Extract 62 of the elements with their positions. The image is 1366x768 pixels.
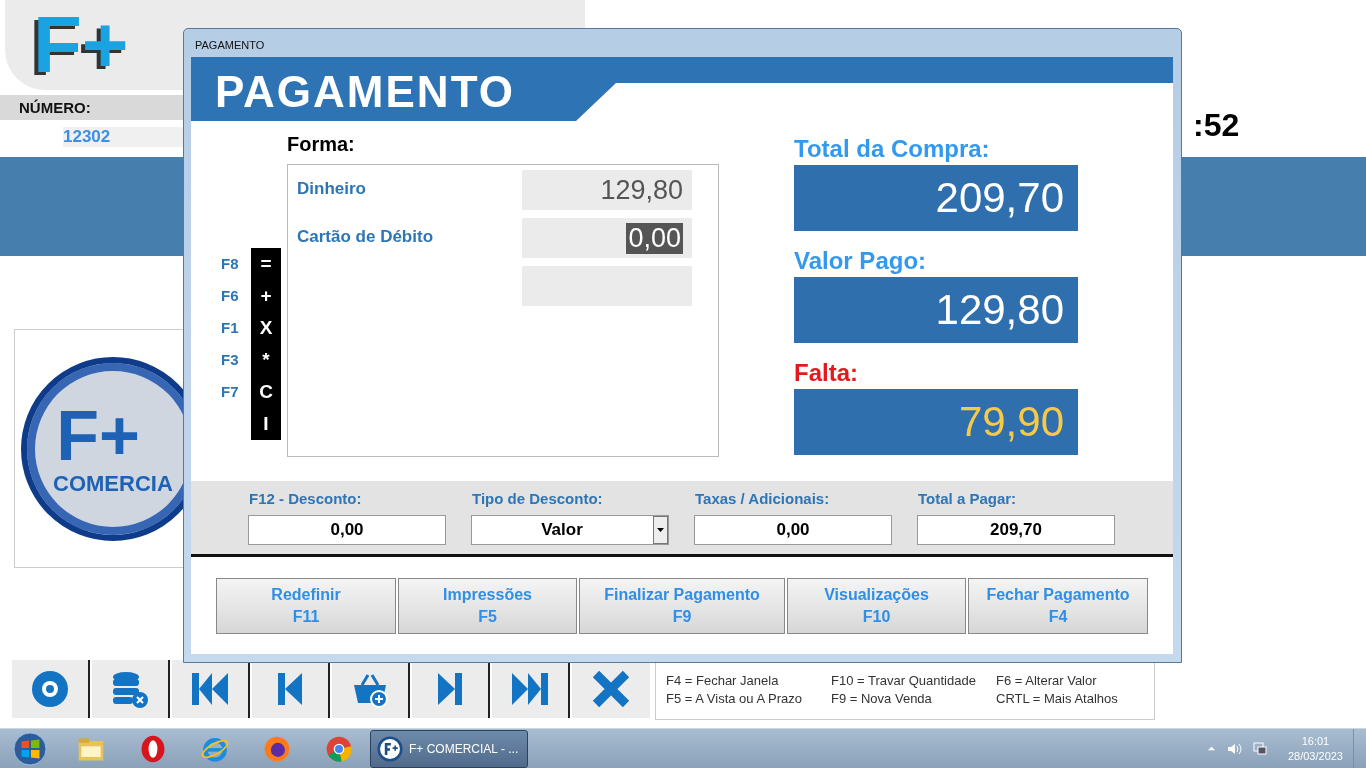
operator-symbol: = bbox=[260, 252, 272, 276]
action-button[interactable]: Impressões F5 bbox=[398, 578, 577, 634]
number-label: NÚMERO: bbox=[19, 99, 91, 116]
total-value: 209,70 bbox=[794, 165, 1078, 231]
logo-mark: F+ bbox=[56, 400, 140, 471]
input-field[interactable]: 0,00 bbox=[694, 515, 892, 545]
operator-symbol: X bbox=[259, 316, 273, 340]
field-label: Tipo de Desconto: bbox=[472, 490, 604, 509]
shortcut-text: F9 = Nova Venda bbox=[831, 690, 933, 708]
taskbar-clock[interactable]: 16:01 28/03/2023 bbox=[1287, 733, 1343, 764]
banner-title: PAGAMENTO bbox=[215, 67, 515, 117]
database-remove-icon bbox=[110, 669, 150, 709]
payment-name: Dinheiro bbox=[296, 178, 367, 199]
network-icon[interactable] bbox=[1251, 740, 1268, 757]
key-label: F6 bbox=[221, 286, 240, 306]
toolbar-button[interactable] bbox=[92, 660, 170, 718]
total-label: Valor Pago: bbox=[794, 247, 928, 276]
shortcut-text: F10 = Travar Quantidade bbox=[831, 672, 977, 690]
field-label: Taxas / Adicionais: bbox=[695, 490, 831, 509]
toolbar-button[interactable] bbox=[332, 660, 410, 718]
input-field[interactable]: 209,70 bbox=[917, 515, 1115, 545]
shortcut-text: CRTL = Mais Atalhos bbox=[996, 690, 1119, 708]
action-button[interactable]: Fechar Pagamento F4 bbox=[968, 578, 1148, 634]
total-label: Falta: bbox=[794, 359, 859, 388]
operator-symbol: C bbox=[259, 380, 273, 404]
total-value: 129,80 bbox=[794, 277, 1078, 343]
close-icon bbox=[591, 669, 631, 709]
toolbar-button[interactable] bbox=[412, 660, 490, 718]
windows-logo-icon bbox=[13, 731, 47, 766]
key-label: F7 bbox=[221, 382, 240, 402]
total-value: 79,90 bbox=[794, 389, 1078, 455]
field-label: F12 - Desconto: bbox=[249, 490, 363, 509]
app-logo-icon bbox=[377, 735, 403, 762]
key-label: F1 bbox=[221, 318, 240, 338]
shortcut-text: F6 = Alterar Valor bbox=[996, 672, 1098, 690]
field-label: Total a Pagar: bbox=[918, 490, 1018, 509]
key-label: F3 bbox=[221, 350, 240, 370]
operator-symbol: * bbox=[262, 348, 270, 372]
toolbar-button[interactable] bbox=[252, 660, 330, 718]
disc-icon bbox=[30, 669, 70, 709]
dropdown-field[interactable]: Valor bbox=[471, 515, 669, 545]
action-button[interactable]: Redefinir F11 bbox=[216, 578, 396, 634]
toolbar-button[interactable] bbox=[492, 660, 570, 718]
caret-icon bbox=[653, 516, 668, 544]
operator-symbol: I bbox=[263, 412, 269, 436]
toolbar-button[interactable] bbox=[12, 660, 90, 718]
action-button[interactable]: Visualizações F10 bbox=[787, 578, 966, 634]
key-label: F8 bbox=[221, 254, 240, 274]
taskbar-task[interactable]: F+ COMERCIAL - ... bbox=[370, 729, 528, 768]
window-title: PAGAMENTO bbox=[194, 38, 266, 53]
shortcut-text: F5 = A Vista ou A Prazo bbox=[666, 690, 803, 708]
payment-name: Cartão de Débito bbox=[296, 226, 435, 247]
shortcut-text: F4 = Fechar Janela bbox=[666, 672, 780, 690]
amount-field[interactable]: 0,00 bbox=[522, 218, 692, 258]
clock-text: :52 bbox=[1193, 107, 1240, 144]
toolbar-button[interactable] bbox=[172, 660, 250, 718]
logo-text: F+ bbox=[33, 0, 129, 90]
amount-field[interactable]: 129,80 bbox=[522, 170, 692, 210]
logo-name: COMERCIA bbox=[53, 470, 173, 497]
input-field[interactable]: 0,00 bbox=[248, 515, 446, 545]
operator-symbol: + bbox=[260, 284, 272, 308]
action-button[interactable]: Finalizar Pagamento F9 bbox=[579, 578, 785, 634]
